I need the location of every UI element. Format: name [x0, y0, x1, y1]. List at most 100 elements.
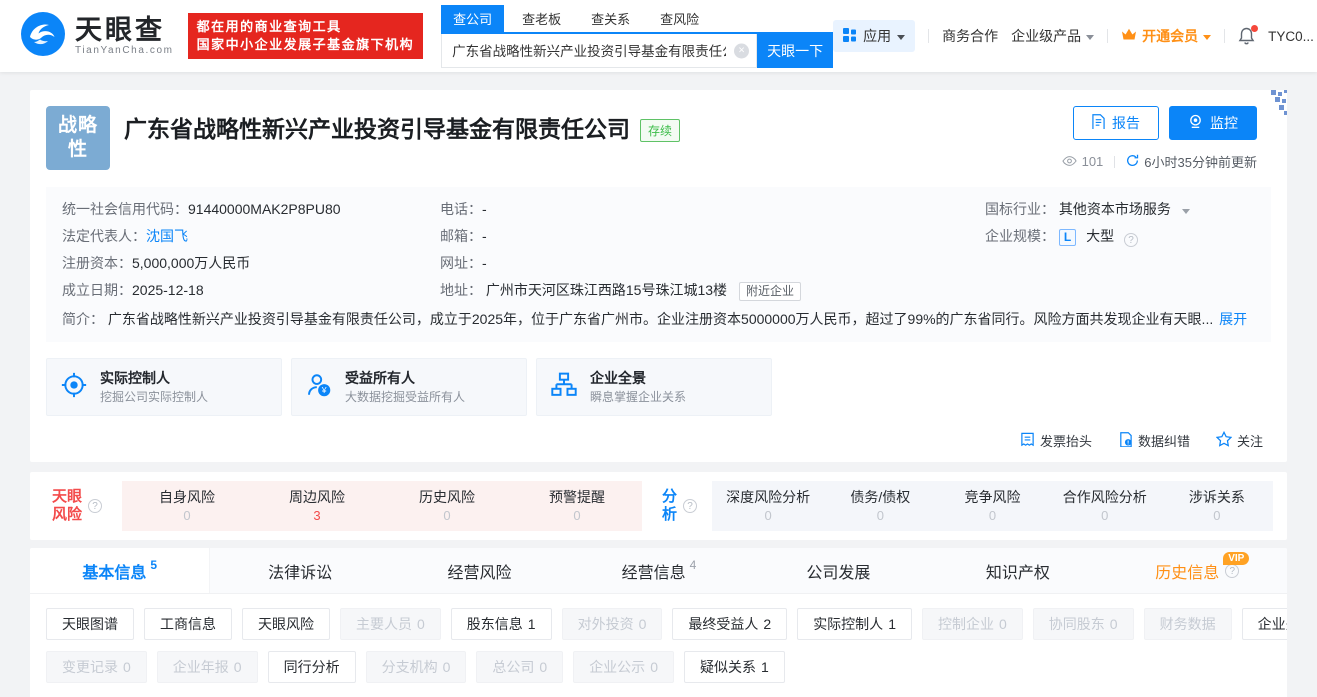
- company-summary-card: 战略 性 广东省战略性新兴产业投资引导基金有限责任公司 存续 报告 监控 101…: [30, 90, 1287, 462]
- risk-item-history[interactable]: 历史风险 0: [382, 487, 512, 525]
- search-tab-relation[interactable]: 查关系: [579, 5, 642, 32]
- chip-company-relations[interactable]: 企业关系: [1241, 608, 1287, 640]
- field-value-registered-capital: 5,000,000万人民币: [132, 255, 251, 271]
- chip-tianyan-risk[interactable]: 天眼风险: [242, 608, 330, 640]
- legal-representative-link[interactable]: 沈国飞: [146, 228, 188, 244]
- chevron-down-icon: [1203, 34, 1212, 40]
- chip-business-registration[interactable]: 工商信息: [144, 608, 232, 640]
- help-icon: [1124, 233, 1139, 247]
- report-button-label: 报告: [1112, 115, 1140, 131]
- risk-title-line2: 风险: [52, 506, 83, 523]
- help-icon: [683, 499, 698, 513]
- nav-vip-label: 开通会员: [1142, 28, 1199, 44]
- company-title-row: 战略 性 广东省战略性新兴产业投资引导基金有限责任公司 存续 报告 监控 101…: [46, 106, 1271, 171]
- slogan-banner: 都在用的商业查询工具 国家中小企业发展子基金旗下机构: [187, 13, 424, 59]
- search-tab-risk[interactable]: 查风险: [648, 5, 711, 32]
- divider: [1114, 155, 1116, 168]
- qr-corner-decoration: [1251, 90, 1287, 129]
- chip-tianyan-graph[interactable]: 天眼图谱: [46, 608, 134, 640]
- analysis-item-litigation[interactable]: 涉诉关系 0: [1161, 487, 1273, 525]
- search-tab-boss[interactable]: 查老板: [510, 5, 573, 32]
- field-label-credit-code: 统一社会信用代码：: [62, 201, 188, 217]
- scale-l-badge: L: [1058, 229, 1077, 246]
- data-correction-button[interactable]: 数据纠错: [1118, 431, 1190, 450]
- star-icon: [1215, 430, 1233, 450]
- report-button[interactable]: 报告: [1073, 106, 1159, 140]
- search-widget: 查公司 查老板 查关系 查风险 天眼一下: [441, 4, 834, 68]
- tab-intellectual-property[interactable]: 知识产权: [928, 548, 1107, 593]
- shortcut-beneficial-owner[interactable]: ¥ 受益所有人 大数据挖掘受益所有人: [291, 358, 527, 416]
- chip-head-office: 总公司 0: [476, 651, 564, 683]
- tab-history-info[interactable]: 历史信息 VIP: [1108, 548, 1287, 593]
- chevron-down-icon: [897, 34, 906, 40]
- risk-item-self[interactable]: 自身风险 0: [122, 487, 252, 525]
- nav-enterprise-label: 企业级产品: [1011, 28, 1082, 44]
- shortcut-actual-controller[interactable]: 实际控制人 挖掘公司实际控制人: [46, 358, 282, 416]
- brand-domain: TianYanCha.com: [75, 45, 174, 56]
- chip-financial-data: 财务数据: [1143, 608, 1232, 640]
- search-button[interactable]: 天眼一下: [757, 33, 834, 68]
- field-value-industry: 其他资本市场服务: [1058, 201, 1171, 217]
- analysis-item-deep-risk[interactable]: 深度风险分析 0: [712, 487, 824, 525]
- search-tabs: 查公司 查老板 查关系 查风险: [441, 4, 834, 34]
- clear-search-icon[interactable]: [734, 43, 750, 58]
- chip-suspected-relations[interactable]: 疑似关系 1: [683, 651, 785, 683]
- divider: [1107, 29, 1109, 43]
- chip-ultimate-beneficiary[interactable]: 最终受益人 2: [672, 608, 788, 640]
- chip-key-personnel: 主要人员 0: [340, 608, 441, 640]
- analysis-item-debt[interactable]: 债务/债权 0: [824, 487, 936, 525]
- nav-business-cooperation[interactable]: 商务合作: [942, 26, 998, 46]
- quick-actions: 发票抬头 数据纠错 关注: [46, 430, 1271, 450]
- beneficiary-icon: ¥: [306, 372, 332, 403]
- field-label-legal-rep: 法定代表人：: [62, 228, 146, 244]
- company-status-badge: 存续: [640, 119, 681, 142]
- notification-bell-icon[interactable]: [1238, 25, 1259, 45]
- tab-operational-risk[interactable]: 经营风险: [390, 548, 569, 593]
- search-input[interactable]: [441, 33, 758, 68]
- field-label-industry: 国标行业：: [985, 201, 1055, 217]
- search-tab-company[interactable]: 查公司: [441, 4, 505, 32]
- monitor-button[interactable]: 监控: [1169, 106, 1257, 140]
- nav-apps-menu[interactable]: 应用: [833, 20, 916, 52]
- chip-actual-controller[interactable]: 实际控制人 1: [797, 608, 912, 640]
- invoice-header-button[interactable]: 发票抬头: [1020, 431, 1092, 450]
- tab-basic-info[interactable]: 基本信息 5: [30, 548, 211, 593]
- company-name: 广东省战略性新兴产业投资引导基金有限责任公司: [124, 116, 630, 142]
- nav-enterprise-products[interactable]: 企业级产品: [1011, 26, 1095, 46]
- refresh-icon: [1126, 154, 1139, 170]
- field-value-phone: -: [482, 201, 487, 217]
- nav-cooperation-label: 商务合作: [942, 28, 999, 44]
- expand-intro-link[interactable]: 展开: [1219, 311, 1247, 327]
- tab-legal-litigation[interactable]: 法律诉讼: [210, 548, 389, 593]
- shortcut-company-panorama[interactable]: 企业全景 瞬息掌握企业关系: [536, 358, 772, 416]
- invoice-icon: [1020, 432, 1035, 450]
- user-account-menu[interactable]: TYC0...: [1268, 29, 1317, 44]
- help-icon: [1225, 563, 1240, 578]
- tab-business-info[interactable]: 经营信息 4: [569, 548, 748, 593]
- nav-vip-membership[interactable]: 开通会员: [1121, 26, 1212, 46]
- follow-label: 关注: [1236, 434, 1263, 449]
- chip-row-1: 天眼图谱 工商信息 天眼风险 主要人员 0 股东信息 1 对外投资 0 最终受益人 2 …: [46, 608, 1287, 640]
- analysis-item-cooperation[interactable]: 合作风险分析 0: [1049, 487, 1161, 525]
- chip-shareholders[interactable]: 股东信息 1: [450, 608, 552, 640]
- tianyancha-logo[interactable]: 天眼查 TianYanCha.com: [20, 11, 174, 62]
- page: 天眼查 TianYanCha.com 都在用的商业查询工具 国家中小企业发展子基…: [0, 0, 1317, 697]
- chip-row-2: 变更记录 0 企业年报 0 同行分析 分支机构 0 总公司 0 企业公示 0 疑似关系 1: [46, 651, 1271, 683]
- notification-dot: [1251, 25, 1259, 32]
- avatar-text-line1: 战略: [57, 115, 98, 136]
- shortcut-desc: 大数据挖掘受益所有人: [345, 390, 466, 404]
- field-label-email: 邮箱：: [440, 228, 482, 244]
- field-label-website: 网址：: [440, 255, 482, 271]
- risk-item-warning[interactable]: 预警提醒 0: [512, 487, 642, 525]
- tab-company-development[interactable]: 公司发展: [749, 548, 928, 593]
- risk-item-surrounding[interactable]: 周边风险 3: [252, 487, 382, 525]
- analysis-item-competition[interactable]: 竞争风险 0: [936, 487, 1048, 525]
- chevron-down-icon[interactable]: [1181, 209, 1190, 214]
- intro-label: 简介：: [62, 311, 104, 327]
- chip-change-records: 变更记录 0: [46, 651, 147, 683]
- field-label-company-scale: 企业规模：: [985, 228, 1055, 244]
- follow-button[interactable]: 关注: [1215, 430, 1263, 450]
- field-label-registered-capital: 注册资本：: [62, 255, 132, 271]
- chip-peer-analysis[interactable]: 同行分析: [267, 651, 356, 683]
- nearby-companies-button[interactable]: 附近企业: [738, 282, 801, 301]
